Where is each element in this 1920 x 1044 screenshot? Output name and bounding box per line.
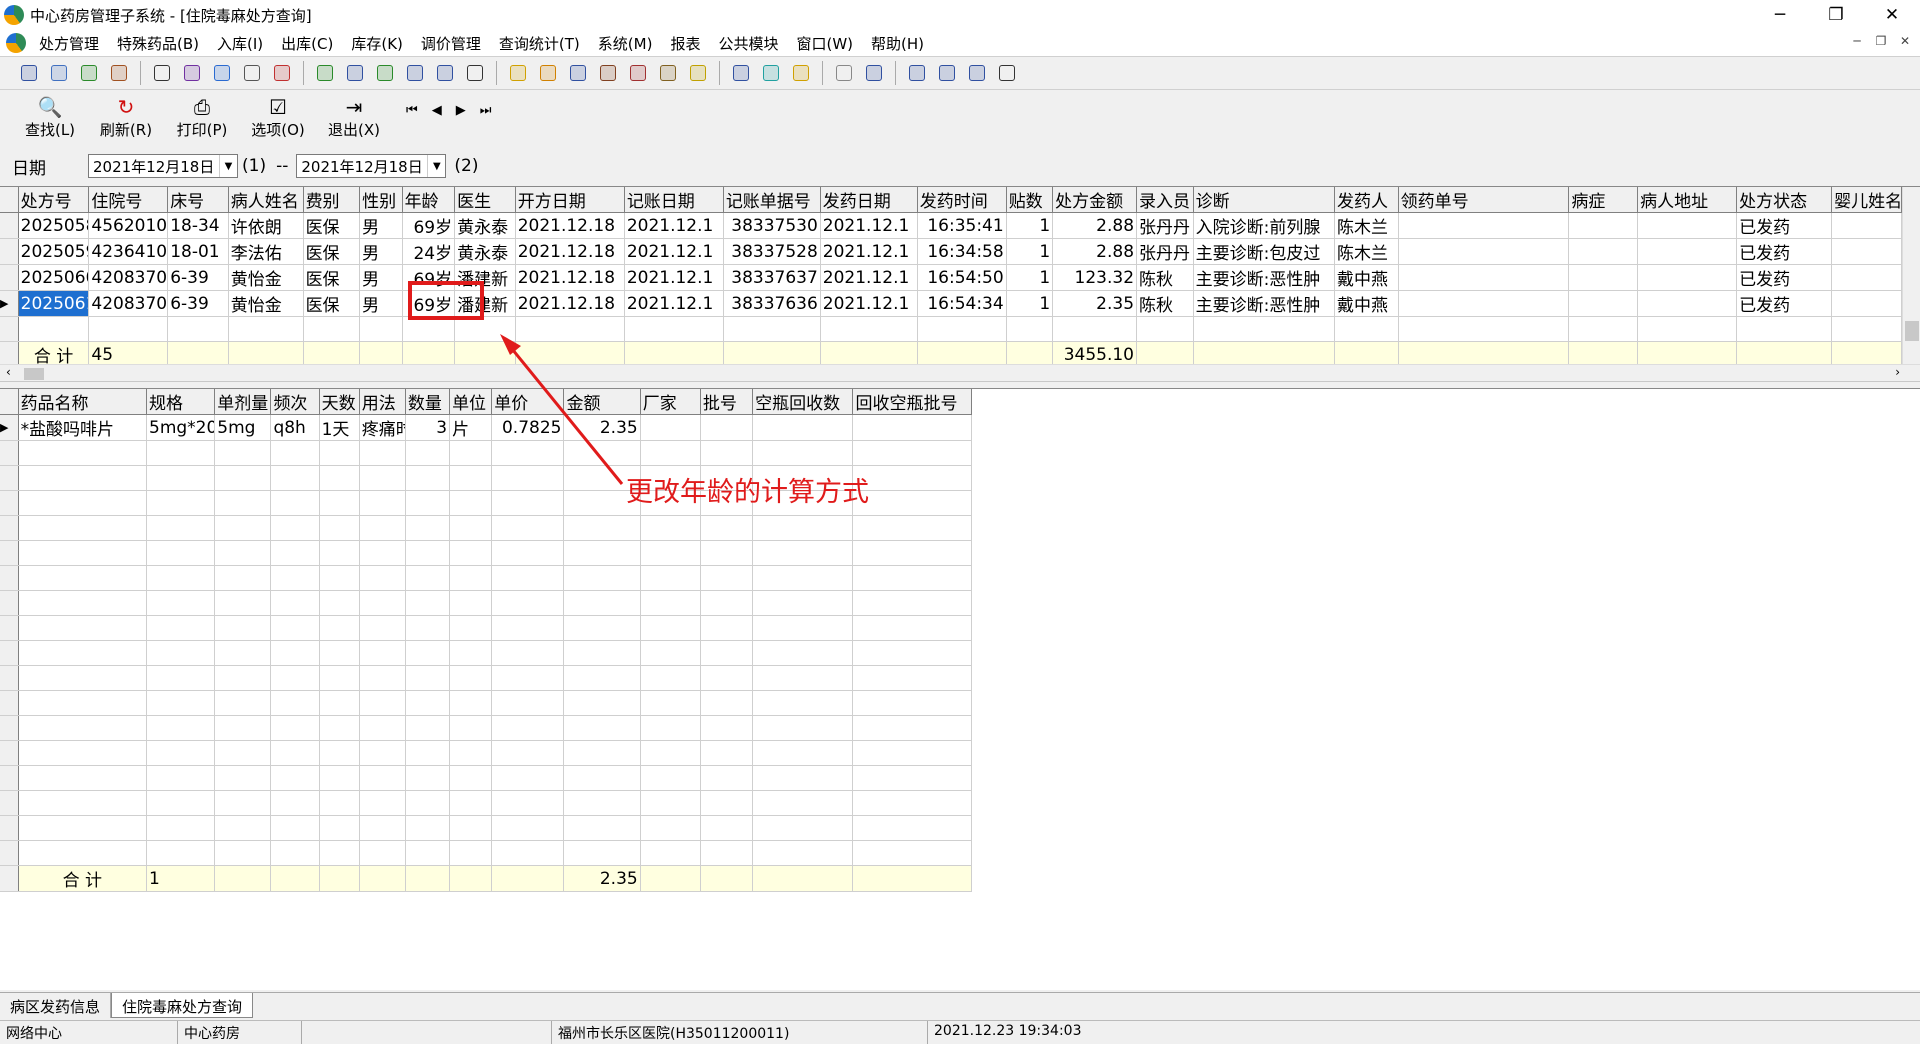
annotation-text: 更改年龄的计算方式 xyxy=(626,477,869,508)
arrow-head xyxy=(500,334,521,355)
arrow-line xyxy=(506,343,624,485)
status-datetime: 2021.12.23 19:34:03 xyxy=(934,1023,1082,1039)
status-department: 网络中心 xyxy=(0,1021,178,1044)
status-empty xyxy=(302,1021,552,1044)
window-tabs: 病区发药信息 住院毒麻处方查询 xyxy=(0,992,1920,1018)
status-module: 中心药房 xyxy=(178,1021,302,1044)
status-bar: 网络中心 中心药房 福州市长乐区医院(H35011200011) 2021.12… xyxy=(0,1020,1920,1044)
tab-ward-dispense[interactable]: 病区发药信息 xyxy=(0,993,112,1018)
status-hospital: 福州市长乐区医院(H35011200011) xyxy=(552,1021,928,1044)
tab-narcotic-query[interactable]: 住院毒麻处方查询 xyxy=(111,993,254,1018)
annotation-arrow xyxy=(500,334,624,485)
